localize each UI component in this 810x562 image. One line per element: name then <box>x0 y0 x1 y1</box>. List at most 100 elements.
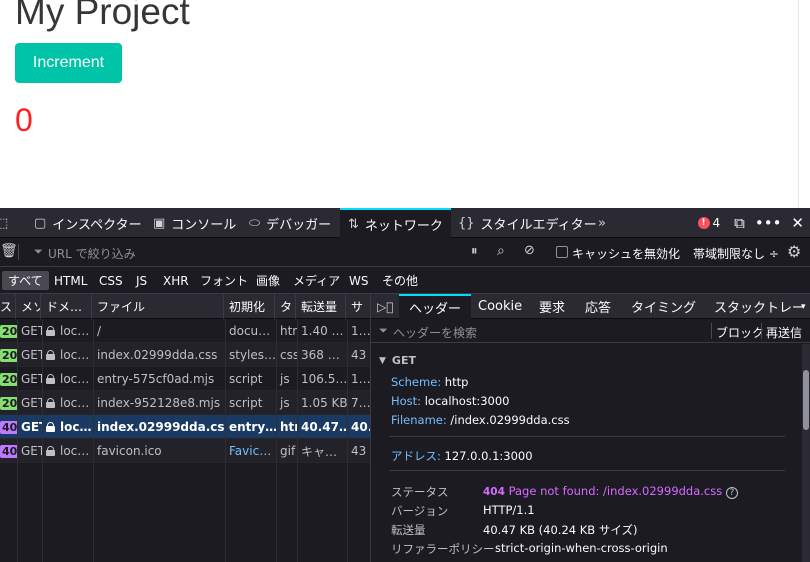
type-filter-bar: すべて HTML CSS JS XHR フォント 画像 メディア WS その他 <box>0 267 810 294</box>
cell-method: GET <box>21 444 42 458</box>
cell-domain: loc… <box>42 319 93 343</box>
error-count-badge[interactable]: ! 4 <box>697 216 720 230</box>
tab-style-editor-label: スタイルエディター <box>480 217 597 233</box>
cell-type: gif <box>280 444 296 458</box>
filter-other[interactable]: その他 <box>376 271 424 290</box>
search-icon[interactable]: ⌕ <box>497 243 505 259</box>
details-scrollbar[interactable] <box>802 344 810 562</box>
cell-method: GET <box>21 324 42 338</box>
tab-style-editor[interactable]: {} スタイルエディター <box>458 208 597 238</box>
responsive-design-icon[interactable]: ⧉ <box>734 214 745 232</box>
table-row[interactable]: 404 GET loc… index.02999dda.css entry… htm 40.… <box>0 415 370 439</box>
col-transferred[interactable]: 転送量 <box>297 294 346 319</box>
tab-cookie[interactable]: Cookie <box>478 294 522 319</box>
table-row[interactable]: 404 GET loc… favicon.ico Favic… gif キャ… 43 <box>0 439 370 463</box>
version-value: HTTP/1.1 <box>483 503 535 517</box>
filter-images[interactable]: 画像 <box>250 271 286 290</box>
column-divider <box>276 319 277 562</box>
address-row: アドレス: 127.0.0.1:3000 <box>391 448 533 464</box>
network-icon: ⇅ <box>348 216 359 232</box>
braces-icon: {} <box>458 215 475 231</box>
tab-network[interactable]: ⇅ ネットワーク <box>340 208 451 238</box>
more-tools-icon[interactable]: » <box>598 208 606 238</box>
address-key: アドレス: <box>391 449 441 463</box>
filter-css[interactable]: CSS <box>93 271 129 290</box>
lock-icon <box>46 326 55 336</box>
filter-all[interactable]: すべて <box>2 271 49 290</box>
status-code-badge: 200 <box>0 396 17 410</box>
filter-fonts[interactable]: フォント <box>194 271 254 290</box>
block-icon[interactable]: ⊘ <box>524 243 535 258</box>
table-row[interactable]: 200 GET loc… index-952128e8.mjs script js 1.05… <box>0 391 370 415</box>
cell-size: 40.: <box>351 420 370 434</box>
get-section-label: GET <box>391 354 416 367</box>
table-row[interactable]: 200 GET loc… / docu… htm 1.40 … 1… <box>0 319 370 343</box>
col-domain[interactable]: ドメ… <box>42 294 92 319</box>
cell-domain: loc… <box>42 391 93 415</box>
filter-media[interactable]: メディア <box>287 271 346 290</box>
table-row[interactable]: 200 GET loc… entry-575cf0ad.mjs script js 106.… <box>0 367 370 391</box>
page-scrollbar[interactable] <box>798 0 799 208</box>
throttle-select[interactable]: 帯域制限なし ÷ <box>693 245 779 262</box>
cell-initiator: script <box>229 396 263 410</box>
tab-stack-trace[interactable]: スタックトレース <box>714 294 803 319</box>
filter-xhr[interactable]: XHR <box>157 271 195 290</box>
column-divider <box>17 319 18 562</box>
tab-response[interactable]: 応答 <box>585 294 611 319</box>
tab-inspector[interactable]: ▢ インスペクター <box>34 208 142 238</box>
more-options-icon[interactable]: ••• <box>755 214 782 232</box>
tab-headers[interactable]: ヘッダー <box>399 294 472 319</box>
tab-console[interactable]: ▣ コンソール <box>153 208 236 238</box>
console-icon: ▣ <box>153 215 166 231</box>
toggle-sidebar-icon[interactable]: ▷⃞ <box>377 294 397 319</box>
domain-text: loc… <box>60 348 90 362</box>
cell-method: GET <box>21 396 42 410</box>
scrollbar-thumb[interactable] <box>803 370 809 430</box>
column-divider <box>93 319 94 562</box>
cell-initiator: entry… <box>229 420 276 434</box>
lock-icon <box>46 350 55 360</box>
filter-ws[interactable]: WS <box>343 271 374 290</box>
scheme-value: http <box>444 375 469 389</box>
settings-gear-icon[interactable]: ⚙ <box>787 242 801 261</box>
tab-timing[interactable]: タイミング <box>631 294 696 319</box>
get-section-header[interactable]: ▼ GET <box>379 354 416 367</box>
disable-cache-checkbox[interactable] <box>556 246 568 258</box>
help-icon[interactable]: ? <box>725 487 738 499</box>
col-type[interactable]: タ <box>276 294 296 319</box>
increment-button[interactable]: Increment <box>15 43 122 83</box>
col-initiator[interactable]: 初期化 <box>225 294 275 319</box>
resend-button[interactable]: 再送信 <box>766 324 810 341</box>
pause-icon[interactable]: ⏸ <box>471 244 478 259</box>
filename-row: Filename: /index.02999dda.css <box>391 413 570 427</box>
domain-text: loc… <box>60 444 90 458</box>
block-button[interactable]: ブロック <box>716 324 764 341</box>
filter-html[interactable]: HTML <box>48 271 93 290</box>
tabs-overflow-icon[interactable]: ▾ <box>801 294 806 319</box>
url-filter-input[interactable]: URL で絞り込み <box>48 245 136 262</box>
tab-console-label: コンソール <box>171 217 237 233</box>
cell-type: htm <box>280 324 297 338</box>
filter-js[interactable]: JS <box>130 271 153 290</box>
header-filter-input[interactable]: ヘッダーを検索 <box>393 324 477 341</box>
tab-request[interactable]: 要求 <box>539 294 565 319</box>
caret-down-icon: ▼ <box>379 355 386 366</box>
col-file[interactable]: ファイル <box>93 294 224 319</box>
col-status[interactable]: ス <box>0 294 16 319</box>
cell-initiator: docu… <box>229 324 271 338</box>
cell-status: 200 <box>0 367 17 391</box>
close-icon[interactable]: ✕ <box>791 214 804 232</box>
page-viewport: My Project Increment 0 <box>0 0 810 208</box>
col-size[interactable]: サ <box>347 294 370 319</box>
cell-initiator: Favic… <box>229 444 272 458</box>
domain-text: loc… <box>60 324 90 338</box>
tab-debugger[interactable]: ⬭ デバッガー <box>249 208 331 238</box>
trash-icon[interactable]: 🗑 <box>0 243 18 259</box>
cell-transferred: キャ… <box>301 444 338 459</box>
table-row[interactable]: 200 GET loc… index.02999dda.css styles… css 36… <box>0 343 370 367</box>
cell-domain: loc… <box>42 367 93 391</box>
element-picker-icon[interactable]: ⬚ <box>0 208 16 238</box>
col-method[interactable]: メソ <box>17 294 41 319</box>
filename-value: /index.02999dda.css <box>450 413 570 427</box>
cell-type: js <box>280 372 290 386</box>
